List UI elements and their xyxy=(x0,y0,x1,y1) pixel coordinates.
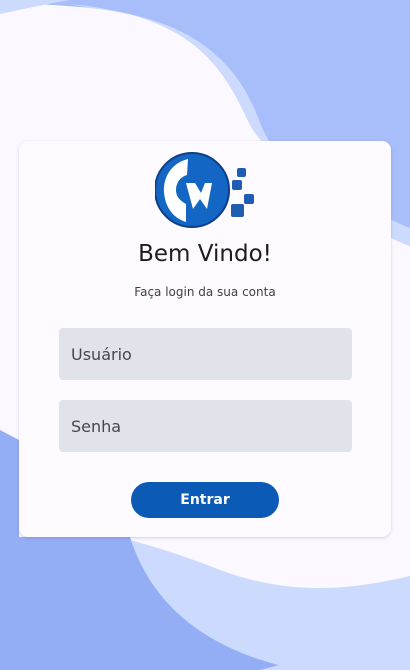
login-button[interactable]: Entrar xyxy=(131,482,279,518)
username-input[interactable] xyxy=(59,328,352,380)
login-card: Bem Vindo! Faça login da sua conta Entra… xyxy=(19,141,391,537)
page-subtitle: Faça login da sua conta xyxy=(134,285,276,299)
page-title: Bem Vindo! xyxy=(138,241,272,267)
m-logo-icon xyxy=(155,152,254,228)
password-input[interactable] xyxy=(59,400,352,452)
username-field[interactable] xyxy=(59,328,352,380)
password-field[interactable] xyxy=(59,400,352,452)
